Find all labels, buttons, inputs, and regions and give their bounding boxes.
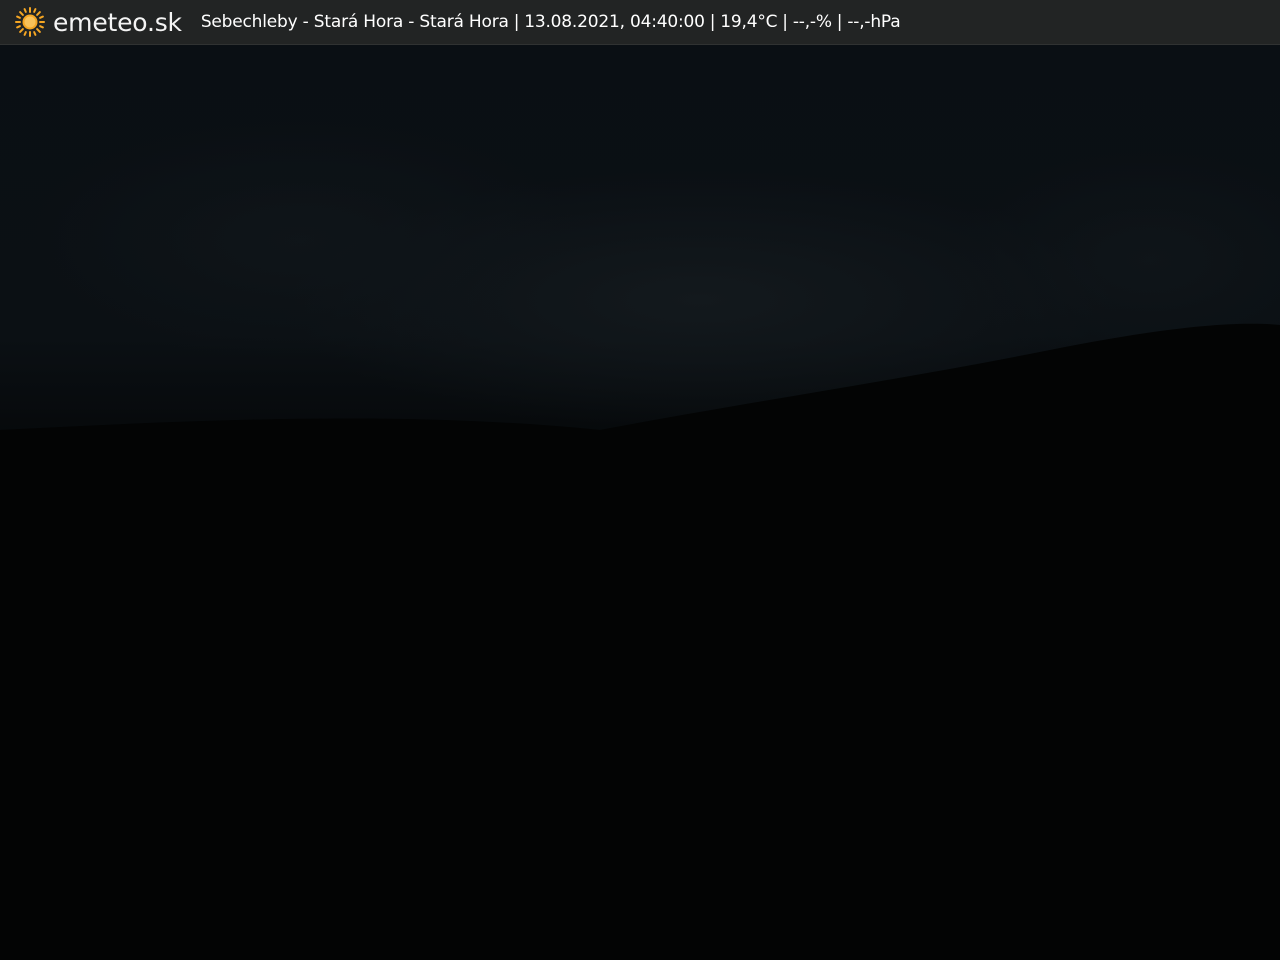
webcam-image [0,0,1280,960]
info-bar: emeteo.sk Sebechleby - Stará Hora - Star… [0,0,1280,45]
location-label: Sebechleby - Stará Hora - Stará Hora [200,11,509,32]
separator: | [836,11,843,32]
webcam-view: emeteo.sk Sebechleby - Stará Hora - Star… [0,0,1280,960]
separator: | [709,11,716,32]
datetime-label: 13.08.2021, 04:40:00 [524,11,705,32]
separator: | [782,11,788,32]
sun-icon [15,7,45,37]
weather-status: Sebechleby - Stará Hora - Stará Hora | 1… [201,0,901,45]
brand-name[interactable]: emeteo.sk [53,0,182,45]
humidity-value: --,-% [792,11,832,32]
temperature-value: 19,4°C [720,11,778,32]
separator: | [513,11,520,32]
emeteo-logo[interactable]: emeteo.sk [14,0,182,45]
pressure-value: --,-hPa [847,11,901,32]
